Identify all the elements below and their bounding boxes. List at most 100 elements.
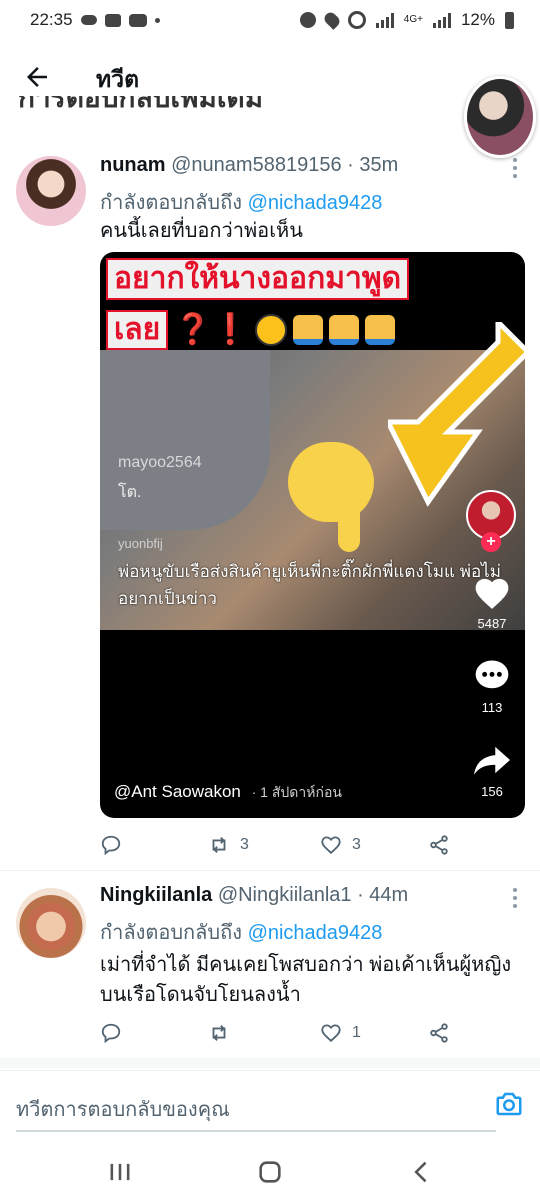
alarm-icon [299, 12, 316, 28]
composer-underline [16, 1130, 496, 1132]
video-subtitle: พ่อหนูขับเรือส่งสินค้ายูเห็นพี่กะติ๊กผัก… [118, 562, 501, 608]
tweet-actions: 3 3 [100, 830, 480, 860]
share-count: 156 [481, 784, 503, 799]
like-heart-icon [321, 1024, 341, 1043]
like-count: 3 [352, 836, 361, 853]
share-button[interactable] [428, 1022, 450, 1044]
media-banner-line2: เลย ❓❗ [106, 310, 395, 350]
like-count: 1 [352, 1024, 361, 1041]
youtube-icon [128, 13, 147, 27]
video-footer: @Ant Saowakon · 1 สัปดาห์ก่อน [114, 782, 342, 804]
tweet-time: · 44m [357, 884, 409, 906]
floating-profile-avatar[interactable] [464, 76, 536, 158]
tweet-header: Ningkiilanla @Ningkiilanla1 · 44m [100, 884, 408, 907]
image-icon [104, 13, 121, 27]
video-frame: mayoo2564 โต. yuonbfij พ่อหนูขับเรือส่งส… [100, 322, 525, 630]
like-button[interactable]: 1 [320, 1022, 361, 1044]
video-posted-time: · 1 สัปดาห์ก่อน [251, 784, 342, 800]
retweet-icon [212, 1025, 226, 1041]
share-icon [430, 1023, 448, 1043]
tweet-text: คนนี้เลยที่บอกว่าพ่อเห็น [100, 220, 303, 242]
system-navigation-bar [0, 1142, 540, 1200]
like-count: 5487 [477, 616, 507, 631]
comment-count: 113 [481, 700, 503, 715]
share-button[interactable] [428, 834, 450, 856]
avatar[interactable] [16, 156, 86, 226]
media-banner-label: เลย [106, 310, 169, 350]
video-like[interactable]: 5487 [466, 574, 518, 631]
home-icon[interactable] [256, 1158, 284, 1186]
author-handle[interactable]: @Ningkiilanla1 [218, 884, 352, 906]
reply-button[interactable] [100, 1022, 132, 1044]
watermark-small: yuonbfij [118, 536, 163, 551]
recent-apps-icon[interactable] [106, 1158, 134, 1186]
watermark-tag: โต. [118, 484, 142, 501]
reply-button[interactable] [100, 834, 132, 856]
media-banner-line1: อยากให้นางออกมาพูด [106, 258, 410, 300]
location-icon [321, 10, 342, 30]
status-left: 22:35 [30, 10, 160, 30]
follow-plus-icon[interactable]: + [481, 532, 501, 552]
mention-link[interactable]: @nichada9428 [248, 192, 383, 214]
more-options-icon[interactable] [512, 158, 518, 178]
author-name[interactable]: Ningkiilanla [100, 884, 212, 906]
video-share[interactable]: 156 [466, 742, 518, 799]
pointing-finger-shape [338, 500, 360, 552]
retweet-count: 3 [240, 836, 249, 853]
heart-icon [472, 574, 512, 610]
status-bar: 22:35 4G+ 12% [0, 0, 540, 40]
tweet-actions: 1 [100, 1018, 480, 1048]
retweet-button[interactable] [208, 1022, 240, 1044]
yellow-arrow-icon [388, 322, 525, 507]
tweet-time: · 35m [347, 154, 399, 176]
video-author-name[interactable]: @Ant Saowakon [114, 782, 241, 801]
tweet-text: เม่าที่จำได้ มีคนเคยโพสบอกว่า พ่อเค้าเห็… [100, 954, 512, 1006]
video-comment[interactable]: 113 [466, 658, 518, 715]
watermark-username: mayoo2564 [118, 454, 202, 471]
retweet-icon [212, 837, 226, 853]
network-type: 4G+ [403, 14, 423, 25]
more-notifications-icon [154, 17, 160, 23]
status-right: 4G+ 12% [299, 10, 514, 30]
hotspot-icon [347, 11, 366, 29]
question-exclamation-emoji: ❓❗ [174, 313, 249, 346]
page-title: ทวีต [96, 66, 140, 92]
retweet-button[interactable]: 3 [208, 834, 249, 856]
back-nav-icon[interactable] [408, 1158, 436, 1186]
share-arrow-icon [472, 742, 512, 778]
tweet-header: nunam @nunam58819156 · 35m [100, 154, 398, 177]
tweet-divider [0, 870, 540, 871]
app-header: ทวีต [0, 52, 540, 102]
cloud-icon [80, 15, 97, 25]
battery-icon [505, 11, 514, 29]
like-heart-icon [321, 836, 341, 855]
reply-input[interactable]: ทวีตการตอบกลับของคุณ [16, 1093, 230, 1125]
status-time: 22:35 [30, 10, 73, 29]
praying-hands-emoji-icon [292, 315, 323, 345]
comment-bubble-icon [472, 658, 512, 694]
reply-icon [101, 835, 121, 856]
tweet-divider [0, 1058, 540, 1068]
author-handle[interactable]: @nunam58819156 [171, 154, 341, 176]
back-arrow-icon[interactable] [22, 62, 52, 92]
mention-link[interactable]: @nichada9428 [248, 922, 383, 944]
pointing-hand-emoji-icon [288, 442, 374, 522]
reply-composer: ทวีตการตอบกลับของคุณ [0, 1070, 540, 1142]
like-button[interactable]: 3 [320, 834, 361, 856]
more-replies-heading: การตอบกลับเพิ่มเติม [18, 96, 264, 113]
signal-icon-2 [432, 12, 451, 28]
reply-icon [101, 1023, 121, 1044]
sad-face-emoji-icon [254, 314, 287, 346]
author-name[interactable]: nunam [100, 154, 166, 176]
praying-hands-emoji-icon [328, 315, 359, 345]
share-icon [430, 835, 448, 855]
signal-icon [375, 12, 394, 28]
more-options-icon[interactable] [512, 888, 518, 908]
battery-level: 12% [460, 10, 495, 29]
replying-to: กำลังตอบกลับถึง @nichada9428 [100, 186, 382, 218]
tweet-media-video[interactable]: อยากให้นางออกมาพูด เลย ❓❗ mayoo2564 โต. … [100, 252, 525, 818]
camera-icon[interactable] [494, 1089, 524, 1119]
replying-label: กำลังตอบกลับถึง [100, 922, 242, 944]
replying-label: กำลังตอบกลับถึง [100, 192, 242, 214]
avatar[interactable] [16, 888, 86, 958]
